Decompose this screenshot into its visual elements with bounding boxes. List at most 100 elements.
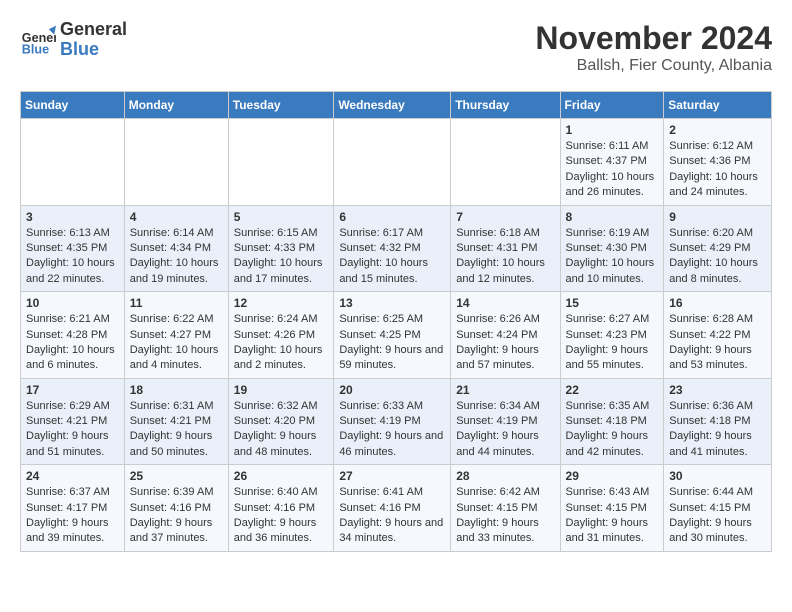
cell-text: Sunrise: 6:12 AM	[669, 139, 766, 154]
cell-text: Sunset: 4:36 PM	[669, 154, 766, 169]
cell-text: Sunrise: 6:34 AM	[456, 399, 554, 414]
cell-text: Sunrise: 6:35 AM	[566, 399, 659, 414]
day-number: 17	[26, 383, 119, 397]
day-number: 29	[566, 469, 659, 483]
day-number: 26	[234, 469, 329, 483]
calendar-cell: 23Sunrise: 6:36 AMSunset: 4:18 PMDayligh…	[664, 378, 772, 465]
cell-text: Daylight: 9 hours and 57 minutes.	[456, 343, 554, 374]
cell-text: Sunrise: 6:13 AM	[26, 226, 119, 241]
cell-text: Daylight: 9 hours and 48 minutes.	[234, 429, 329, 460]
day-number: 21	[456, 383, 554, 397]
cell-text: Sunset: 4:35 PM	[26, 241, 119, 256]
page-header: General Blue General Blue November 2024 …	[20, 20, 772, 75]
header-sunday: Sunday	[21, 92, 125, 119]
calendar-cell: 19 Sunrise: 6:32 AMSunset: 4:20 PMDayligh…	[228, 378, 334, 465]
cell-text: Daylight: 10 hours and 6 minutes.	[26, 343, 119, 374]
calendar-cell	[451, 119, 560, 206]
cell-text: Sunset: 4:32 PM	[339, 241, 445, 256]
cell-text: Sunset: 4:19 PM	[456, 414, 554, 429]
cell-text: Sunset: 4:15 PM	[456, 501, 554, 516]
logo-line2: Blue	[60, 40, 127, 60]
cell-text: Sunset: 4:34 PM	[130, 241, 223, 256]
cell-text: Sunset: 4:24 PM	[456, 328, 554, 343]
cell-text: Sunset: 4:18 PM	[669, 414, 766, 429]
day-number: 12	[234, 296, 329, 310]
calendar-cell: 16Sunrise: 6:28 AMSunset: 4:22 PMDayligh…	[664, 292, 772, 379]
cell-text: Sunrise: 6:31 AM	[130, 399, 223, 414]
calendar-cell: 22Sunrise: 6:35 AMSunset: 4:18 PMDayligh…	[560, 378, 664, 465]
calendar-cell	[228, 119, 334, 206]
cell-text: Sunrise: 6:44 AM	[669, 485, 766, 500]
calendar-cell: 4Sunrise: 6:14 AMSunset: 4:34 PMDaylight…	[124, 205, 228, 292]
cell-text: Sunset: 4:15 PM	[566, 501, 659, 516]
cell-text: Sunset: 4:27 PM	[130, 328, 223, 343]
logo: General Blue General Blue	[20, 20, 127, 60]
calendar-cell: 25Sunrise: 6:39 AMSunset: 4:16 PMDayligh…	[124, 465, 228, 552]
day-number: 25	[130, 469, 223, 483]
cell-text: Sunrise: 6:40 AM	[234, 485, 329, 500]
day-number: 22	[566, 383, 659, 397]
cell-text: Sunrise: 6:29 AM	[26, 399, 119, 414]
cell-text: Daylight: 10 hours and 26 minutes.	[566, 170, 659, 201]
cell-text: Daylight: 10 hours and 19 minutes.	[130, 256, 223, 287]
cell-text: Daylight: 9 hours and 37 minutes.	[130, 516, 223, 547]
day-number: 10	[26, 296, 119, 310]
cell-text: Sunrise: 6:25 AM	[339, 312, 445, 327]
cell-text: Sunset: 4:29 PM	[669, 241, 766, 256]
calendar-table: SundayMondayTuesdayWednesdayThursdayFrid…	[20, 91, 772, 552]
header-thursday: Thursday	[451, 92, 560, 119]
day-number: 9	[669, 210, 766, 224]
calendar-cell: 11Sunrise: 6:22 AMSunset: 4:27 PMDayligh…	[124, 292, 228, 379]
cell-text: Sunset: 4:30 PM	[566, 241, 659, 256]
day-number: 4	[130, 210, 223, 224]
cell-text: Sunrise: 6:17 AM	[339, 226, 445, 241]
cell-text: Sunset: 4:25 PM	[339, 328, 445, 343]
cell-text: Sunrise: 6:36 AM	[669, 399, 766, 414]
calendar-cell: 10Sunrise: 6:21 AMSunset: 4:28 PMDayligh…	[21, 292, 125, 379]
day-number: 3	[26, 210, 119, 224]
cell-text: Sunset: 4:15 PM	[669, 501, 766, 516]
cell-text: Sunset: 4:33 PM	[234, 241, 329, 256]
cell-text: Sunrise: 6:11 AM	[566, 139, 659, 154]
calendar-week-row: 24Sunrise: 6:37 AMSunset: 4:17 PMDayligh…	[21, 465, 772, 552]
cell-text: Sunrise: 6:42 AM	[456, 485, 554, 500]
calendar-week-row: 10Sunrise: 6:21 AMSunset: 4:28 PMDayligh…	[21, 292, 772, 379]
calendar-cell: 8Sunrise: 6:19 AMSunset: 4:30 PMDaylight…	[560, 205, 664, 292]
cell-text: Sunrise: 6:37 AM	[26, 485, 119, 500]
svg-text:Blue: Blue	[22, 42, 49, 56]
day-number: 13	[339, 296, 445, 310]
calendar-cell: 9Sunrise: 6:20 AMSunset: 4:29 PMDaylight…	[664, 205, 772, 292]
calendar-cell: 21Sunrise: 6:34 AMSunset: 4:19 PMDayligh…	[451, 378, 560, 465]
cell-text: Sunset: 4:17 PM	[26, 501, 119, 516]
cell-text: Daylight: 10 hours and 2 minutes.	[234, 343, 329, 374]
cell-text: Daylight: 9 hours and 41 minutes.	[669, 429, 766, 460]
cell-text: Sunrise: 6:33 AM	[339, 399, 445, 414]
cell-text: Daylight: 9 hours and 46 minutes.	[339, 429, 445, 460]
cell-text: Daylight: 9 hours and 59 minutes.	[339, 343, 445, 374]
calendar-cell: 12Sunrise: 6:24 AMSunset: 4:26 PMDayligh…	[228, 292, 334, 379]
calendar-cell: 3Sunrise: 6:13 AMSunset: 4:35 PMDaylight…	[21, 205, 125, 292]
cell-text: Sunset: 4:19 PM	[339, 414, 445, 429]
cell-text: Sunrise: 6:28 AM	[669, 312, 766, 327]
calendar-week-row: 1Sunrise: 6:11 AMSunset: 4:37 PMDaylight…	[21, 119, 772, 206]
header-monday: Monday	[124, 92, 228, 119]
cell-text: Sunrise: 6:32 AM	[234, 399, 329, 414]
day-number: 16	[669, 296, 766, 310]
calendar-cell: 7Sunrise: 6:18 AMSunset: 4:31 PMDaylight…	[451, 205, 560, 292]
day-number: 30	[669, 469, 766, 483]
cell-text: Sunset: 4:37 PM	[566, 154, 659, 169]
calendar-cell: 1Sunrise: 6:11 AMSunset: 4:37 PMDaylight…	[560, 119, 664, 206]
cell-text: Sunset: 4:20 PM	[234, 414, 329, 429]
calendar-cell: 5Sunrise: 6:15 AMSunset: 4:33 PMDaylight…	[228, 205, 334, 292]
day-number: 15	[566, 296, 659, 310]
day-number: 19	[234, 383, 329, 397]
calendar-cell	[124, 119, 228, 206]
logo-line1: General	[60, 20, 127, 40]
calendar-cell: 26Sunrise: 6:40 AMSunset: 4:16 PMDayligh…	[228, 465, 334, 552]
cell-text: Daylight: 9 hours and 39 minutes.	[26, 516, 119, 547]
cell-text: Sunset: 4:16 PM	[130, 501, 223, 516]
logo-icon: General Blue	[20, 22, 56, 58]
cell-text: Daylight: 10 hours and 12 minutes.	[456, 256, 554, 287]
day-number: 7	[456, 210, 554, 224]
calendar-header-row: SundayMondayTuesdayWednesdayThursdayFrid…	[21, 92, 772, 119]
